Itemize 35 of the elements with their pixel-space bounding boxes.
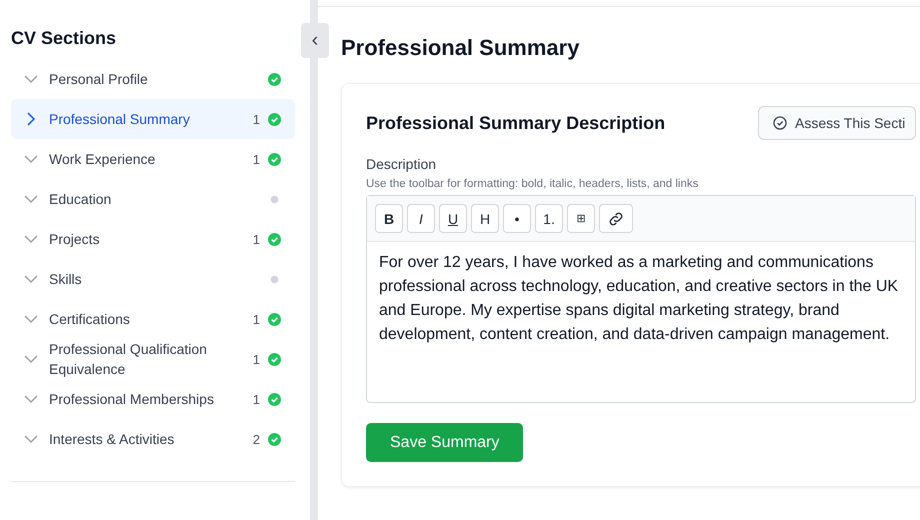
item-count: 2: [252, 432, 260, 446]
item-count: 1: [252, 112, 260, 126]
page-title: Professional Summary: [341, 35, 580, 61]
collapse-sidebar-button[interactable]: ‹: [301, 23, 329, 58]
section-nav-item[interactable]: Skills: [11, 259, 295, 299]
section-nav-item[interactable]: Certifications 1: [11, 299, 295, 339]
underline-button[interactable]: U: [439, 204, 467, 233]
item-count: 1: [252, 312, 260, 326]
section-nav-item[interactable]: Interests & Activities 2: [11, 419, 295, 459]
section-nav-item[interactable]: Projects 1: [11, 219, 295, 259]
italic-button[interactable]: I: [407, 204, 435, 233]
item-count: 1: [252, 152, 260, 166]
section-nav-item[interactable]: Work Experience 1: [11, 139, 295, 179]
link-button[interactable]: [599, 204, 633, 233]
card-title: Professional Summary Description: [366, 112, 666, 134]
section-nav-item[interactable]: Education: [11, 179, 295, 219]
item-count: 1: [252, 352, 260, 366]
assess-section-button[interactable]: Assess This Secti: [758, 106, 916, 140]
link-icon: [608, 210, 624, 226]
field-label: Description: [366, 156, 438, 172]
check-circle-icon: [773, 116, 787, 130]
format-button[interactable]: 1.: [535, 204, 563, 233]
format-button[interactable]: H: [471, 204, 499, 233]
format-button[interactable]: •: [503, 204, 531, 233]
item-count: 1: [252, 232, 260, 246]
sidebar-title: CV Sections: [11, 28, 118, 49]
format-button[interactable]: ⊞: [567, 204, 595, 233]
section-nav-item[interactable]: Professional Summary 1: [11, 99, 295, 139]
section-nav-item[interactable]: Professional Memberships 1: [11, 379, 295, 419]
section-nav-item[interactable]: Professional Qualification Equivalence 1: [11, 339, 295, 379]
bold-button[interactable]: B: [375, 204, 403, 233]
item-count: 1: [252, 392, 260, 406]
section-nav-item[interactable]: Personal Profile: [11, 59, 295, 99]
rich-text-editor[interactable]: B I U H • 1. ⊞ For over 12 years, I have worked as a marketing and communications professional across technology, education, and creative sectors in the UK and Europe. My expertise spans digital marketing strategy, brand development, content creation, and data-driven campaign management.: [366, 195, 916, 403]
field-hint: Use the toolbar for formatting: bold, italic, headers, lists, and links: [366, 178, 700, 190]
